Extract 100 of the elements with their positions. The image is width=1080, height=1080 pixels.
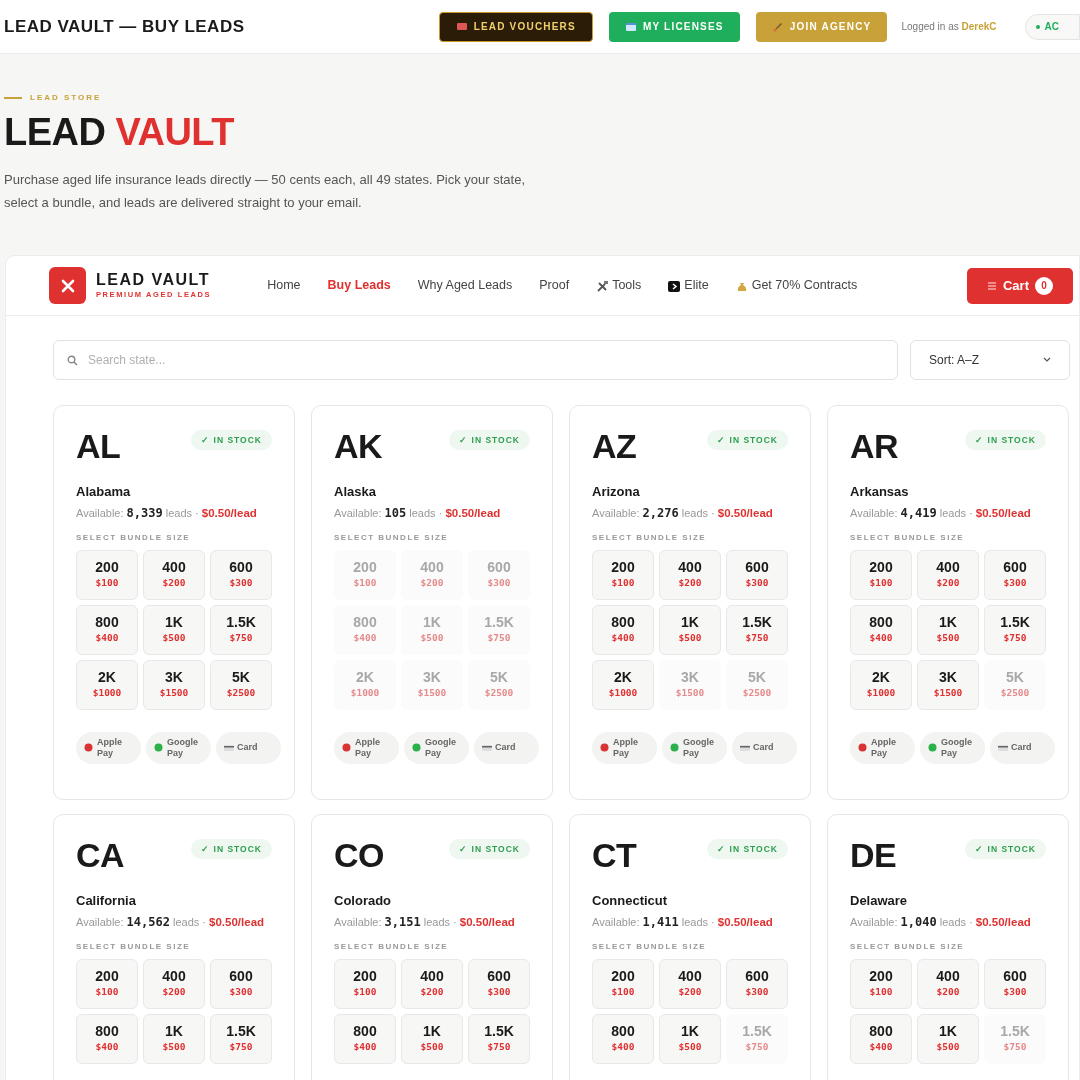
state-code: CO	[334, 835, 384, 875]
cart-button[interactable]: Cart 0	[967, 267, 1073, 304]
nav-link[interactable]: Why Aged Leads	[417, 276, 513, 295]
bundle-option[interactable]: 800 $400	[592, 604, 654, 655]
bundle-option[interactable]: 1K $500	[401, 1013, 463, 1064]
bundle-option[interactable]: 400 $200	[143, 958, 205, 1009]
bundle-option[interactable]: 600 $300	[726, 958, 788, 1009]
bundle-option[interactable]: 1K $500	[659, 604, 721, 655]
bundle-option[interactable]: 800 $400	[334, 1013, 396, 1064]
bundle-option[interactable]: 2K $1000	[76, 659, 138, 710]
bundle-size: 800	[95, 613, 119, 631]
close-x-icon	[60, 278, 75, 293]
in-stock-badge: ✓ IN STOCK	[449, 839, 530, 859]
bundle-price: $400	[611, 1039, 635, 1054]
bundle-option[interactable]: 800 $400	[850, 604, 912, 655]
bundle-option[interactable]: 200 $100	[76, 958, 138, 1009]
bundle-option[interactable]: 2K $1000	[850, 659, 912, 710]
bundle-option[interactable]: 200 $100	[850, 958, 912, 1009]
bundle-option[interactable]: 1.5K $750	[984, 604, 1046, 655]
bundle-option[interactable]: 200 $100	[592, 958, 654, 1009]
nav-link[interactable]: Proof	[539, 276, 570, 295]
availability-text: Available: 105 leads · $0.50/lead	[334, 504, 502, 521]
bundle-option[interactable]: 2K $1000	[592, 659, 654, 710]
sort-dropdown[interactable]: Sort: A–Z	[910, 340, 1070, 380]
bundle-size: 1.5K	[226, 613, 256, 631]
bundle-option[interactable]: 600 $300	[984, 549, 1046, 600]
bundle-option[interactable]: 1.5K $750	[210, 1013, 272, 1064]
description-text: Purchase aged life insurance leads directly — 50 cents each, all 49 states. Pick your state, select a bundle, and leads are delivered straight to your email.	[4, 171, 526, 212]
bundle-option[interactable]: 1K $500	[917, 1013, 979, 1064]
bundle-option[interactable]: 1K $500	[917, 604, 979, 655]
bundle-option[interactable]: 1K $500	[143, 604, 205, 655]
bundle-option[interactable]: 5K $2500	[210, 659, 272, 710]
bundle-option[interactable]: 800 $400	[76, 604, 138, 655]
bundle-option[interactable]: 600 $300	[726, 549, 788, 600]
bundle-option[interactable]: 200 $100	[850, 549, 912, 600]
dot-icon	[928, 742, 938, 753]
bundle-price: $2500	[742, 685, 772, 700]
bundle-price: $750	[745, 630, 769, 645]
bundle-size: 1K	[939, 1022, 957, 1040]
bundle-size: 1K	[165, 1022, 183, 1040]
bundle-option[interactable]: 200 $100	[592, 549, 654, 600]
bundle-option[interactable]: 800 $400	[592, 1013, 654, 1064]
bundle-size: 600	[745, 967, 769, 985]
nav-link[interactable]: Get 70% Contracts	[735, 276, 858, 295]
eyebrow-label: LEAD STORE	[30, 92, 102, 104]
bundle-option[interactable]: 200 $100	[76, 549, 138, 600]
bundle-size: 200	[353, 558, 377, 576]
bundle-option[interactable]: 1K $500	[143, 1013, 205, 1064]
bundle-option[interactable]: 400 $200	[659, 549, 721, 600]
state-name: California	[76, 892, 137, 910]
card-icon	[482, 742, 492, 753]
payment-pill: Apple Pay	[334, 731, 399, 764]
bundle-option[interactable]: 3K $1500	[143, 659, 205, 710]
bundle-option[interactable]: 600 $300	[210, 549, 272, 600]
bundle-option[interactable]: 400 $200	[401, 958, 463, 1009]
bundle-price: $200	[162, 984, 186, 999]
state-name: Delaware	[850, 892, 909, 910]
bundle-price: $500	[936, 630, 960, 645]
nav-link[interactable]: Elite	[668, 276, 709, 295]
bundle-option[interactable]: 400 $200	[143, 549, 205, 600]
vouchers-button[interactable]: LEAD VOUCHERS	[438, 11, 593, 42]
bundle-size: 600	[745, 558, 769, 576]
bundle-option[interactable]: 400 $200	[917, 958, 979, 1009]
bundle-option[interactable]: 800 $400	[850, 1013, 912, 1064]
bundle-size: 1K	[681, 1022, 699, 1040]
chevron-down-icon	[1043, 357, 1051, 363]
nav-link[interactable]: Buy Leads	[327, 276, 391, 295]
bundle-size-label: SELECT BUNDLE SIZE	[334, 940, 450, 953]
bundle-option[interactable]: 600 $300	[984, 958, 1046, 1009]
bundle-option[interactable]: 400 $200	[659, 958, 721, 1009]
bundle-size: 400	[936, 558, 960, 576]
bundle-option[interactable]: 600 $300	[210, 958, 272, 1009]
bundle-price: $300	[1003, 984, 1027, 999]
state-name: Arizona	[592, 483, 641, 501]
bundle-option[interactable]: 1K $500	[659, 1013, 721, 1064]
bundle-size: 600	[229, 558, 253, 576]
bundle-price: $1500	[159, 685, 189, 700]
nav-link[interactable]: Home	[267, 276, 301, 295]
bundle-option[interactable]: 3K $1500	[917, 659, 979, 710]
payment-pill: Google Pay	[920, 731, 985, 764]
bundle-option[interactable]: 1.5K $750	[726, 604, 788, 655]
bundle-price: $200	[420, 575, 444, 590]
in-stock-badge: ✓ IN STOCK	[965, 430, 1046, 450]
bundle-price: $750	[1003, 1039, 1027, 1054]
bundle-size: 1K	[423, 613, 441, 631]
bundle-option[interactable]: 800 $400	[76, 1013, 138, 1064]
nav-link[interactable]: Tools	[596, 276, 642, 295]
bundle-size: 200	[611, 558, 635, 576]
bundle-option[interactable]: 1.5K $750	[210, 604, 272, 655]
search-field[interactable]: Search state...	[53, 340, 898, 380]
bundle-option[interactable]: 600 $300	[468, 958, 530, 1009]
bundle-price: $750	[487, 630, 511, 645]
bundle-option[interactable]: 400 $200	[917, 549, 979, 600]
bundle-price: $1500	[933, 685, 963, 700]
card-icon	[998, 742, 1008, 753]
bundle-option[interactable]: 200 $100	[334, 958, 396, 1009]
bundle-option[interactable]: 1.5K $750	[468, 1013, 530, 1064]
bundle-size: 600	[1003, 558, 1027, 576]
state-name: Arkansas	[850, 483, 910, 501]
bundle-size: 3K	[681, 668, 699, 686]
